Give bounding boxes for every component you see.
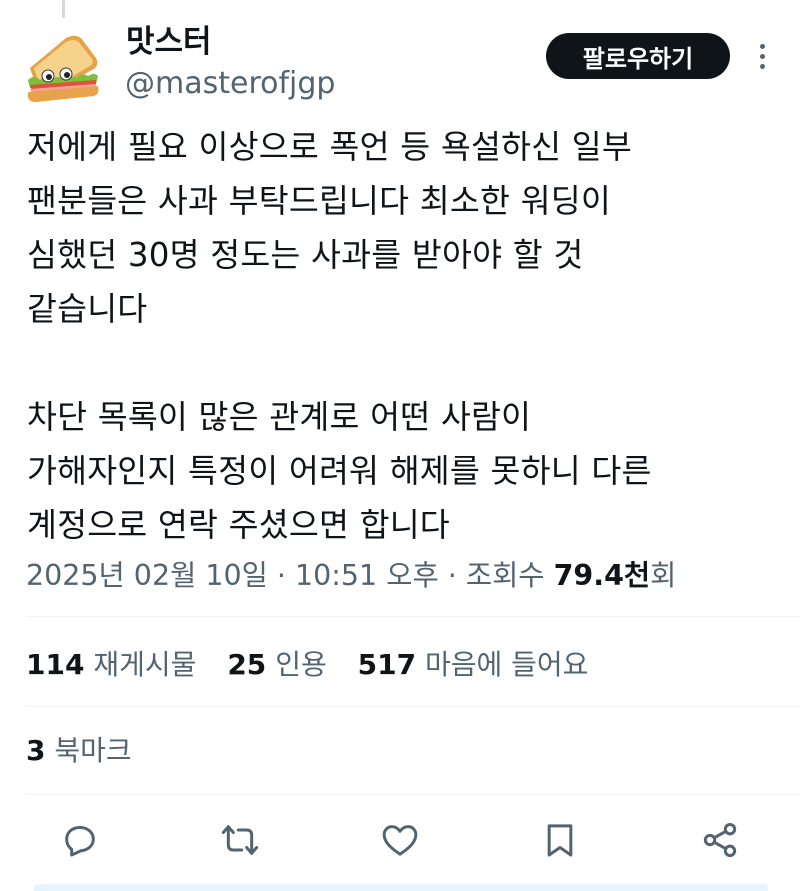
bookmark-button[interactable] — [538, 818, 582, 862]
bookmarks-stat[interactable]: 3 북마크 — [26, 732, 154, 770]
quotes-count: 25 — [227, 648, 267, 681]
reposts-stat[interactable]: 114 재게시물 — [26, 648, 218, 681]
action-bar — [0, 808, 800, 872]
likes-count: 517 — [357, 648, 417, 681]
views-label: 조회수 — [465, 559, 545, 592]
heart-icon — [382, 825, 418, 856]
divider — [26, 706, 800, 707]
share-button[interactable] — [698, 818, 742, 862]
avatar[interactable] — [22, 28, 102, 108]
meta-separator: · — [447, 559, 457, 592]
reply-icon — [65, 826, 95, 857]
author-display-name[interactable]: 맛스터 — [126, 22, 212, 62]
bookmarks-count: 3 — [26, 734, 46, 767]
views-suffix: 회 — [650, 559, 677, 592]
tweet-header: 맛스터 @masterofjgp 팔로우하기 — [0, 0, 800, 110]
sandwich-avatar-icon — [28, 35, 99, 102]
repost-icon — [221, 825, 259, 855]
bookmarks-label: 북마크 — [54, 734, 132, 767]
like-button[interactable] — [378, 818, 422, 862]
author-handle[interactable]: @masterofjgp — [125, 66, 335, 102]
quotes-label: 인용 — [275, 648, 327, 681]
views-count: 79.4천 — [553, 559, 651, 592]
tweet-detail-page: 맛스터 @masterofjgp 팔로우하기 저에게 필요 이상으로 폭언 등 … — [0, 0, 800, 891]
repost-button[interactable] — [218, 818, 262, 862]
reply-button[interactable] — [58, 818, 102, 862]
bookmark-icon — [547, 824, 573, 857]
tweet-text: 저에게 필요 이상으로 폭언 등 욕설하신 일부 팬분들은 사과 부탁드립니다 … — [27, 128, 652, 544]
quotes-stat[interactable]: 25 인용 — [227, 648, 348, 681]
reposts-label: 재게시물 — [93, 648, 197, 681]
share-icon — [703, 823, 737, 857]
likes-stat[interactable]: 517 마음에 들어요 — [358, 648, 611, 681]
tweet-time[interactable]: 10:51 오후 — [295, 559, 439, 592]
divider — [26, 616, 800, 617]
engagement-stats: 114 재게시물 25 인용 517 마음에 들어요 — [26, 646, 786, 684]
tweet-meta: 2025년 02월 10일 · 10:51 오후 · 조회수 79.4천회 — [26, 557, 786, 595]
reposts-count: 114 — [26, 648, 85, 681]
more-vertical-icon — [759, 43, 765, 49]
tweet-date[interactable]: 2025년 02월 10일 — [26, 559, 268, 592]
follow-button[interactable]: 팔로우하기 — [546, 33, 730, 79]
more-options-button[interactable] — [748, 38, 776, 74]
likes-label: 마음에 들어요 — [424, 648, 589, 681]
reply-composer-edge — [34, 884, 768, 891]
divider — [26, 794, 800, 795]
meta-separator: · — [276, 559, 286, 592]
